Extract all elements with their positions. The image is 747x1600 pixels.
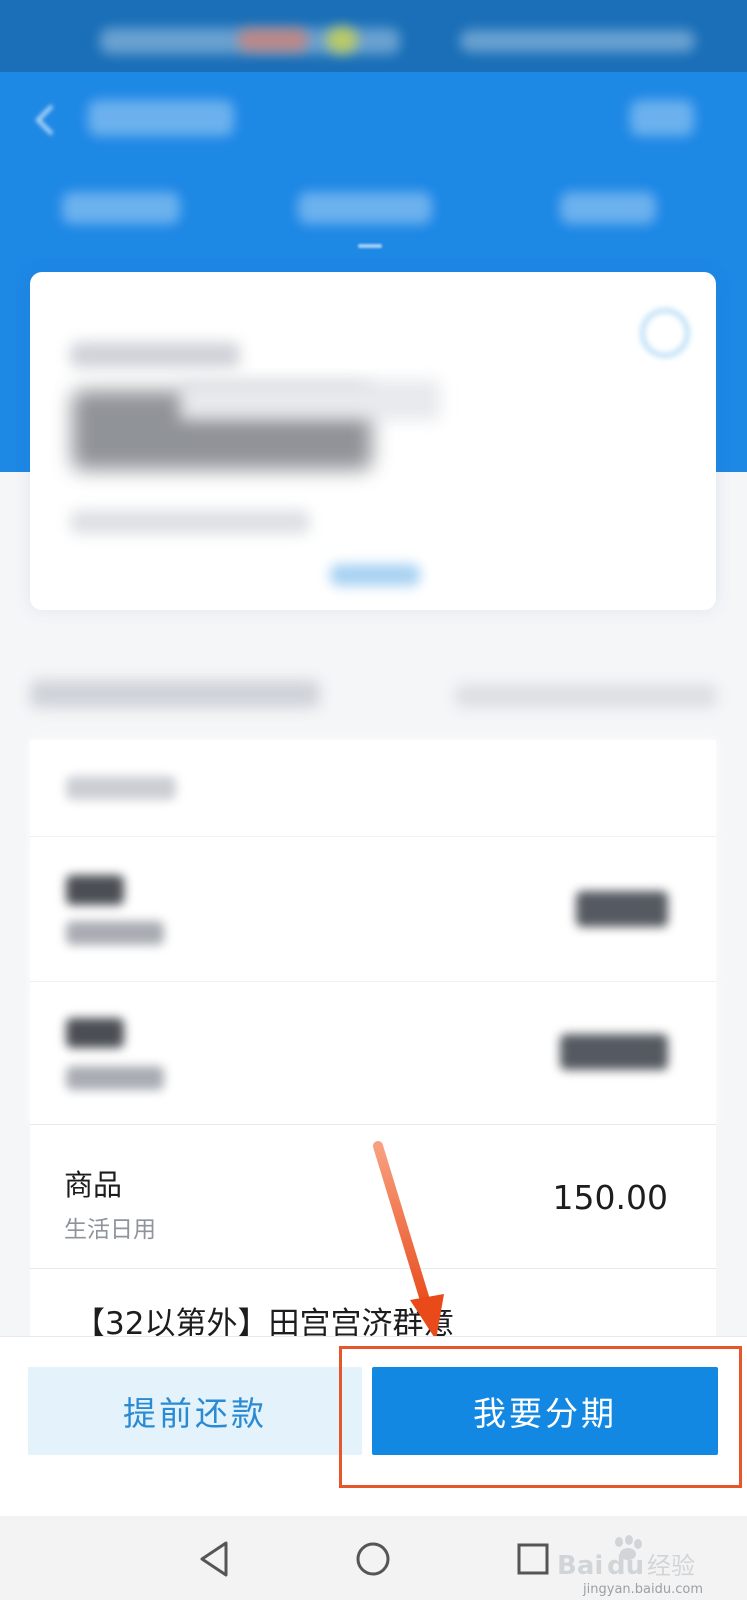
info-icon[interactable] <box>640 308 690 358</box>
bill-summary-card <box>30 272 716 610</box>
header-title-blur <box>88 100 234 136</box>
row-category: 生活日用 <box>64 1217 156 1243</box>
watermark-site: jingyan.baidu.com <box>583 1582 703 1597</box>
row-category-blur <box>66 921 164 945</box>
triangle-back-icon[interactable] <box>190 1534 240 1584</box>
table-row[interactable] <box>30 837 716 981</box>
bill-detail-title-blur <box>30 680 320 708</box>
summary-pixelation <box>180 380 440 420</box>
svg-text:Bai: Bai <box>557 1551 603 1581</box>
row-name: 商品 <box>64 1168 123 1202</box>
annotation-highlight-box <box>339 1346 742 1488</box>
baidu-watermark-logo: Bai du 经验 <box>557 1535 695 1581</box>
table-row[interactable] <box>30 982 716 1124</box>
svg-text:经验: 经验 <box>647 1552 695 1580</box>
summary-expand-link-blur[interactable] <box>330 564 420 586</box>
row-amount: 150.00 <box>552 1178 668 1217</box>
header-tab-3-blur[interactable] <box>560 192 656 224</box>
divider <box>30 1124 716 1125</box>
circle-home-icon[interactable] <box>348 1534 398 1584</box>
annotation-arrow-icon <box>373 1141 444 1340</box>
square-recents-icon[interactable] <box>508 1534 558 1584</box>
list-header-blur <box>66 776 176 800</box>
prepay-button[interactable]: 提前还款 <box>28 1367 362 1455</box>
status-bar <box>0 0 747 72</box>
header-tab-2-blur[interactable] <box>298 192 432 224</box>
status-bar-right-blur <box>460 30 695 52</box>
svg-text:du: du <box>607 1551 644 1581</box>
back-arrow-icon[interactable] <box>30 102 58 138</box>
row-amount-blur <box>560 1034 668 1070</box>
summary-label-blur <box>70 342 240 368</box>
row-category-blur <box>66 1066 164 1090</box>
status-dot-blur <box>326 26 358 54</box>
status-notification-blur <box>238 28 308 52</box>
row-amount-blur <box>576 891 668 927</box>
row-name-blur <box>66 1018 124 1048</box>
bill-list-header-row <box>30 740 716 836</box>
row-name-blur <box>66 875 124 905</box>
header-action-blur[interactable] <box>630 100 694 136</box>
bill-detail-meta-blur[interactable] <box>455 684 717 708</box>
header-tab-indicator <box>358 244 382 248</box>
summary-caption-blur <box>70 510 310 534</box>
header-tab-1-blur[interactable] <box>62 192 180 224</box>
